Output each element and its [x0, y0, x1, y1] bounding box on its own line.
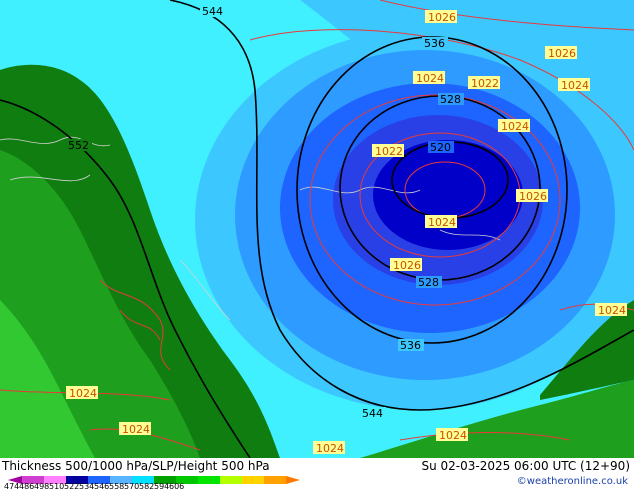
height-label: 520 — [428, 141, 454, 154]
slp-label: 1022 — [468, 76, 500, 90]
svg-text:1024: 1024 — [122, 423, 150, 436]
svg-text:1026: 1026 — [548, 47, 576, 60]
slp-label: 1026 — [545, 46, 577, 60]
scale-swatch — [198, 476, 220, 484]
svg-text:520: 520 — [430, 141, 451, 154]
svg-text:1026: 1026 — [519, 190, 547, 203]
svg-text:1024: 1024 — [501, 120, 529, 133]
svg-text:536: 536 — [400, 339, 421, 352]
height-label: 544 — [360, 407, 386, 420]
slp-label: 1024 — [413, 71, 445, 85]
scale-swatch — [242, 476, 264, 484]
height-label: 528 — [416, 276, 442, 289]
map-title: Thickness 500/1000 hPa/SLP/Height 500 hP… — [2, 459, 270, 473]
svg-text:1024: 1024 — [439, 429, 467, 442]
slp-label: 1024 — [66, 386, 98, 400]
slp-label: 1026 — [425, 10, 457, 24]
slp-label: 1024 — [436, 428, 468, 442]
scale-swatch — [264, 476, 286, 484]
slp-label: 1024 — [558, 78, 590, 92]
svg-text:528: 528 — [418, 276, 439, 289]
svg-text:1024: 1024 — [69, 387, 97, 400]
slp-label: 1024 — [313, 441, 345, 455]
slp-label: 1022 — [372, 144, 404, 158]
slp-label: 1024 — [595, 303, 627, 317]
svg-text:1022: 1022 — [471, 77, 499, 90]
slp-label: 1026 — [390, 258, 422, 272]
svg-text:544: 544 — [362, 407, 383, 420]
svg-text:1024: 1024 — [561, 79, 589, 92]
slp-label: 1024 — [119, 422, 151, 436]
slp-label: 1024 — [425, 215, 457, 229]
weather-map: 544 536 528 520 552 528 536 544 1026 102… — [0, 0, 634, 458]
slp-label: 1024 — [498, 119, 530, 133]
svg-text:1024: 1024 — [316, 442, 344, 455]
svg-text:552: 552 — [68, 139, 89, 152]
scale-arrow-right — [286, 476, 300, 484]
svg-text:1026: 1026 — [428, 11, 456, 24]
valid-time: Su 02-03-2025 06:00 UTC (12+90) — [421, 459, 630, 473]
map-footer: Thickness 500/1000 hPa/SLP/Height 500 hP… — [0, 458, 634, 491]
svg-text:1024: 1024 — [416, 72, 444, 85]
svg-text:544: 544 — [202, 5, 223, 18]
slp-label: 1026 — [516, 189, 548, 203]
height-label: 536 — [422, 37, 448, 50]
height-label: 552 — [66, 139, 92, 152]
height-label: 528 — [438, 93, 464, 106]
height-label: 536 — [398, 339, 424, 352]
svg-text:1022: 1022 — [375, 145, 403, 158]
scale-swatch — [220, 476, 242, 484]
svg-text:528: 528 — [440, 93, 461, 106]
map-canvas: 544 536 528 520 552 528 536 544 1026 102… — [0, 0, 634, 458]
svg-text:1024: 1024 — [598, 304, 626, 317]
svg-text:1026: 1026 — [393, 259, 421, 272]
height-label: 544 — [200, 5, 226, 18]
svg-text:536: 536 — [424, 37, 445, 50]
svg-text:1024: 1024 — [428, 216, 456, 229]
credit-link[interactable]: ©weatheronline.co.uk — [517, 476, 628, 487]
